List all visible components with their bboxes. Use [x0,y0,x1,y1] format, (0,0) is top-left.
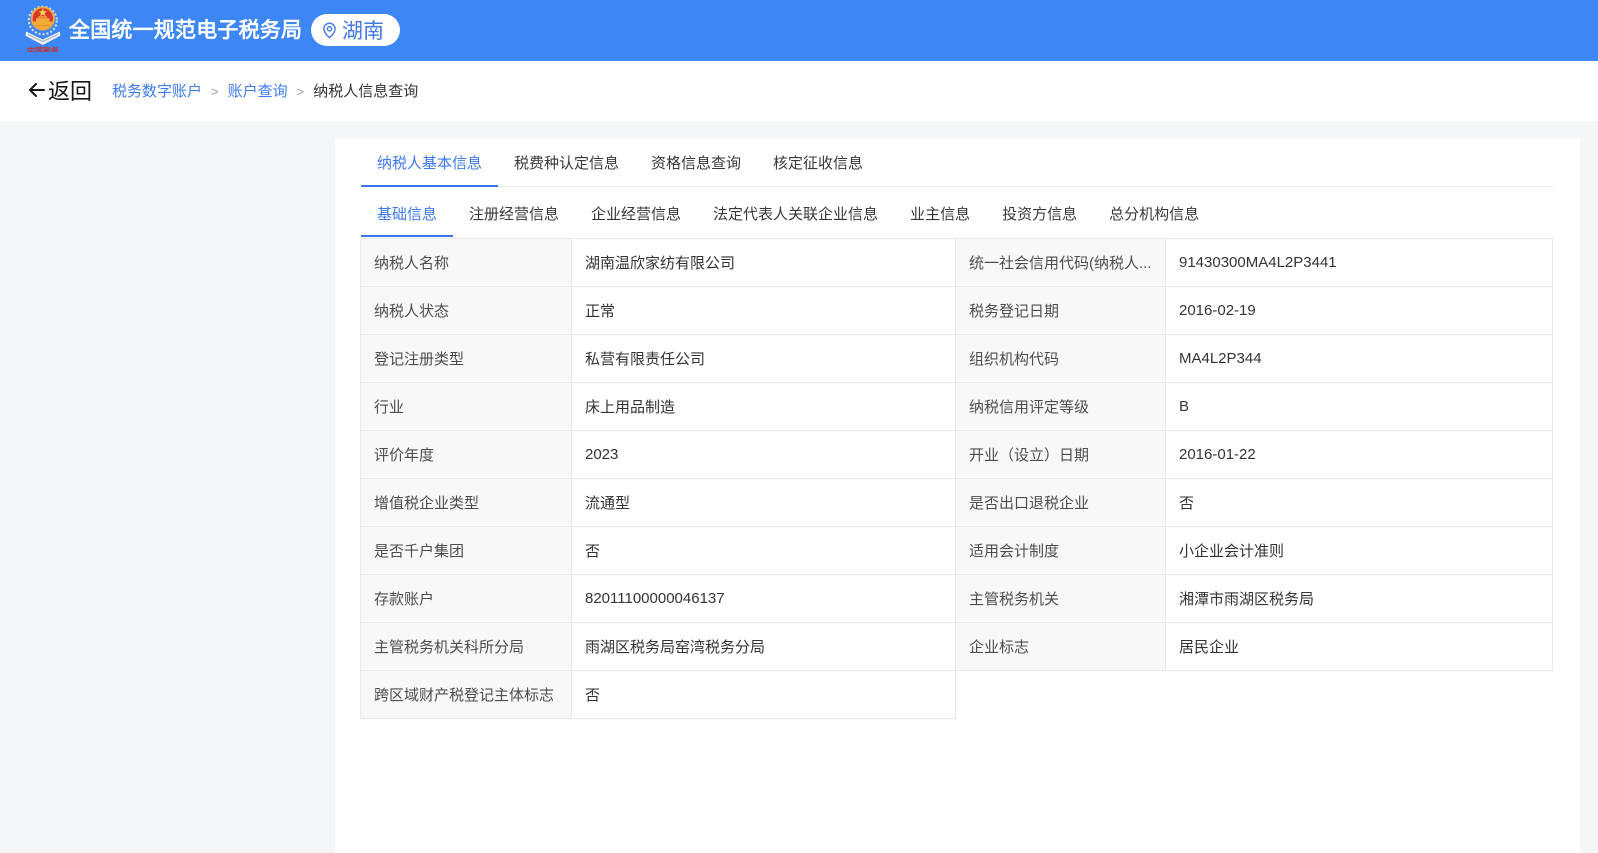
svg-text:中国税务: 中国税务 [27,46,60,53]
